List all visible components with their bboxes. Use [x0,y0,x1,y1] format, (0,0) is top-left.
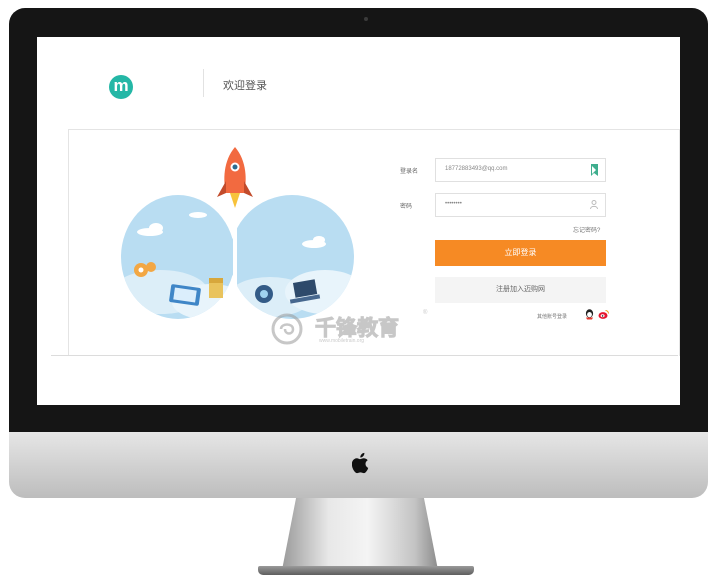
user-icon [590,200,598,209]
other-login-label: 其他账号登录 [537,314,568,320]
password-field[interactable]: •••••••• [435,193,606,217]
password-label: 密码 [400,204,413,210]
qq-icon[interactable] [584,309,595,320]
login-button[interactable]: 立即登录 [435,240,606,266]
username-field[interactable]: 18772883493@qq.com [435,158,606,182]
watermark-url: www.mobiletrain.org [319,338,365,344]
forgot-password-link[interactable]: 忘记密码? [573,225,600,234]
monitor-stand-foot [258,566,474,575]
rocket-icon [217,147,253,208]
watermark-registered: ® [423,310,428,316]
monitor-stand-neck [282,498,438,570]
welcome-title: 欢迎登录 [223,80,267,92]
site-logo[interactable]: m [109,75,133,99]
password-value: •••••••• [445,201,462,207]
username-value: 18772883493@qq.com [445,166,508,172]
box-icon [209,278,223,298]
register-button[interactable]: 注册加入迈购网 [435,277,606,303]
header-divider [203,69,204,97]
weibo-icon[interactable] [598,309,609,320]
watermark-logo-icon [271,313,303,345]
panel-divider [51,355,678,356]
camera-icon [364,17,368,21]
rocket-illustration [121,147,354,327]
verify-icon [591,164,598,176]
camera-lens-icon [255,285,273,303]
apple-icon [352,452,369,474]
username-label: 登录名 [400,169,419,175]
monitor-screen: m 欢迎登录 登录名 18772883493@qq.com 密码 •••••••… [37,37,680,405]
